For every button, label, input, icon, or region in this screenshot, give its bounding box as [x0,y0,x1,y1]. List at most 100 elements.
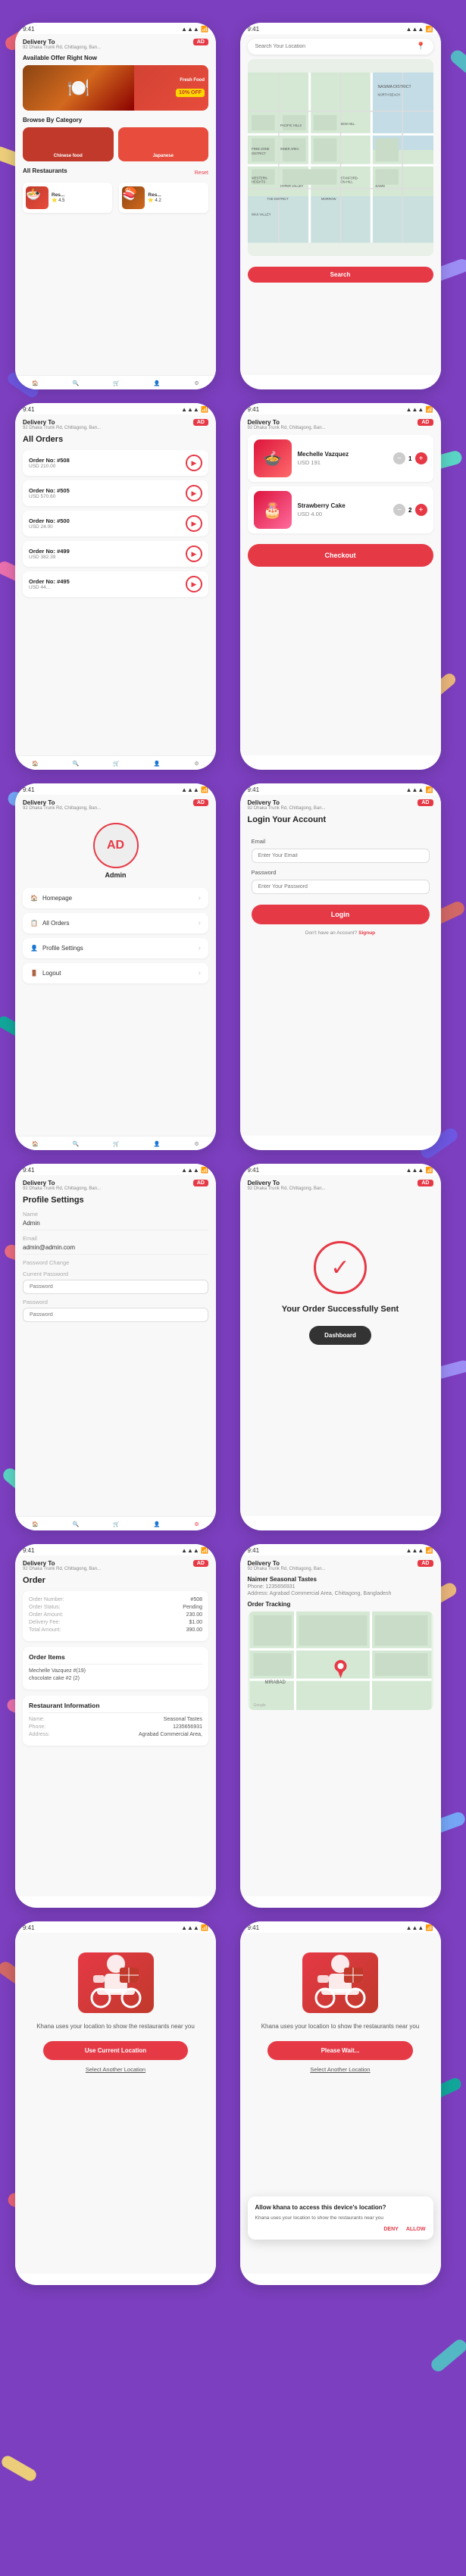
use-current-location-btn[interactable]: Use Current Location [43,2041,188,2060]
order-item-508[interactable]: Order No: #508 USD 210.00 ▶ [23,450,208,476]
nav-profile-3[interactable]: 👤 [154,761,161,767]
qty-minus-2[interactable]: − [393,504,405,516]
ps-pw-input[interactable] [23,1308,208,1322]
location-description: Khana uses your location to show the res… [36,2022,195,2030]
nav-settings-5[interactable]: ⚙ [194,1141,199,1147]
nav-settings-3[interactable]: ⚙ [194,761,199,767]
cart-price-1: USD 191 [298,459,388,466]
phone-order-detail: 9:41 ▲▲▲ 📶 Delivery To 92 Dhaka Trunk Rd… [15,1544,216,1908]
menu-item-logout[interactable]: 🚪 Logout › [23,963,208,983]
dashboard-btn[interactable]: Dashboard [309,1326,371,1345]
email-label: Email [252,838,430,845]
nav-search-7[interactable]: 🔍 [73,1521,80,1527]
order-icon-499[interactable]: ▶ [186,546,202,562]
restaurant-rating-2: ⭐ 4.2 [148,198,161,203]
nav-cart-3[interactable]: 🛒 [113,761,120,767]
nav-settings-7[interactable]: ⚙ [194,1521,199,1527]
nav-account-5[interactable]: 👤 [154,1141,161,1147]
od-item-1-detail-text: chocolate cake #2 (2) [29,1676,80,1681]
qty-num-1: 1 [408,455,411,462]
time-3: 9:41 [23,406,35,413]
order-item-495[interactable]: Order No: #495 USD 44... ▶ [23,571,208,597]
ps-current-pw-input[interactable] [23,1280,208,1294]
time-2: 9:41 [248,26,260,33]
category-japanese[interactable]: Japanese [118,127,209,161]
nav-settings-1[interactable]: ⚙ [194,380,199,386]
order-item-500[interactable]: Order No: #500 USD 24.00 ▶ [23,511,208,536]
order-icon-495[interactable]: ▶ [186,576,202,592]
select-another-location-btn[interactable]: Select Another Location [86,2066,145,2073]
nav-profile-7[interactable]: 👤 [154,1521,161,1527]
od-rest-name-label: Name: [29,1717,45,1722]
login-delivery-label: Delivery To [248,799,326,806]
od-restaurant-address: Address: Agrabad Commercial Area, [29,1732,202,1737]
allow-btn[interactable]: ALLOW [406,2227,426,2232]
ad-badge-7: AD [193,1180,208,1186]
cart-info-2: Strawberry Cake USD 4.00 [298,502,388,517]
order-icon-500[interactable]: ▶ [186,515,202,532]
logout-arrow: › [199,969,201,977]
qty-controls-1: − 1 + [393,452,427,464]
order-item-499[interactable]: Order No: #499 USD 382.39 ▶ [23,541,208,567]
od-rest-phone-label: Phone: [29,1724,45,1730]
restaurant-item-1[interactable]: 🍜 Res... ⭐ 4.5 [23,183,112,213]
order-icon-505[interactable]: ▶ [186,485,202,502]
menu-item-profile-settings[interactable]: 👤 Profile Settings › [23,938,208,958]
svg-text:DISTRICT: DISTRICT [252,152,266,155]
nav-search-1[interactable]: 🔍 [73,380,80,386]
qty-minus-1[interactable]: − [393,452,405,464]
od-item-1: Mechelle Vazquez #(19) [29,1668,202,1674]
search-btn[interactable]: Search [248,267,433,283]
signup-link[interactable]: Signup [358,930,375,936]
offer-banner[interactable]: 🍽️ Fresh Food 10% OFF [23,65,208,111]
password-group: Password [252,869,430,894]
tracking-delivery-label: Delivery To [248,1560,326,1567]
menu-item-orders[interactable]: 📋 All Orders › [23,913,208,933]
permission-select-location-btn[interactable]: Select Another Location [310,2066,370,2073]
nav-cart-5[interactable]: 🛒 [113,1141,120,1147]
signal-7: ▲▲▲ 📶 [181,1167,208,1174]
password-input[interactable] [252,880,430,894]
svg-text:PACIFIC HILLS: PACIFIC HILLS [280,123,302,127]
qty-plus-1[interactable]: + [415,452,427,464]
menu-item-homepage[interactable]: 🏠 Homepage › [23,888,208,908]
order-price-495: USD 44... [29,585,70,590]
od-total-value: 390.00 [186,1627,202,1633]
nav-search-3[interactable]: 🔍 [73,761,80,767]
nav-search-5[interactable]: 🔍 [73,1141,80,1147]
all-restaurants-title: All Restaurants [23,167,67,174]
cart-address: 92 Dhaka Trunk Rd, Chittagong, Ban... [248,426,326,430]
please-wait-btn[interactable]: Please Wait... [267,2041,412,2060]
search-bar[interactable]: 📍 [248,39,433,55]
nav-home-3[interactable]: 🏠 [32,761,39,767]
signal-12: ▲▲▲ 📶 [406,1924,433,1931]
nav-home-5[interactable]: 🏠 [32,1141,39,1147]
nav-cart-1[interactable]: 🛒 [113,380,120,386]
order-item-505[interactable]: Order No: #505 USD 570.60 ▶ [23,480,208,506]
location-search-input[interactable] [255,44,417,49]
svg-text:NORTH BEACH: NORTH BEACH [377,92,400,96]
signal-9: ▲▲▲ 📶 [181,1547,208,1554]
tracking-address-full: Address: Agrabad Commercial Area, Chitta… [248,1591,433,1596]
category-chinese[interactable]: Chinese food [23,127,114,161]
restaurant-thumb-1: 🍜 [26,186,48,209]
reset-link[interactable]: Reset [195,170,208,176]
permission-buttons: DENY ALLOW [255,2227,426,2232]
checkout-btn[interactable]: Checkout [248,544,433,567]
chinese-food-label: Chinese food [54,154,83,158]
svg-text:HYPER VALLEY: HYPER VALLEY [280,184,303,188]
deny-btn[interactable]: DENY [383,2227,398,2232]
order-icon-508[interactable]: ▶ [186,455,202,471]
email-input[interactable] [252,849,430,863]
qty-plus-2[interactable]: + [415,504,427,516]
ps-name-value: Admin [23,1220,208,1230]
restaurant-item-2[interactable]: 🍣 Res... ⭐ 4.2 [119,183,208,213]
time-1: 9:41 [23,26,35,33]
password-label: Password [252,869,430,876]
login-address: 92 Dhaka Trunk Rd, Chittagong, Ban... [248,806,326,811]
nav-home-7[interactable]: 🏠 [32,1521,39,1527]
nav-profile-1[interactable]: 👤 [154,380,161,386]
login-btn[interactable]: Login [252,905,430,924]
nav-cart-7[interactable]: 🛒 [113,1521,120,1527]
nav-home-1[interactable]: 🏠 [32,380,39,386]
